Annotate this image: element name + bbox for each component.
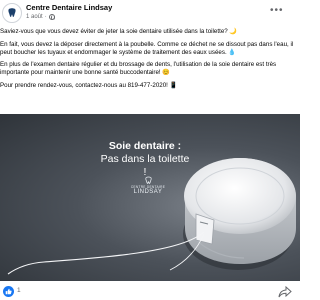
image-title-line1: Soie dentaire : [108, 140, 182, 152]
like-count[interactable]: 1 [17, 287, 21, 294]
page-name-link[interactable]: Centre Dentaire Lindsay [26, 3, 112, 12]
more-options-icon[interactable]: ••• [270, 6, 284, 16]
post-meta: 1 août · [26, 14, 55, 20]
meta-separator: · [44, 14, 47, 20]
globe-icon [48, 14, 55, 20]
thumbs-up-icon[interactable] [3, 286, 14, 297]
thumbs-up-glyph [5, 288, 12, 295]
post-date[interactable]: 1 août [26, 14, 43, 20]
post-image[interactable]: Soie dentaire : Pas dans la toilette ! C… [0, 114, 300, 281]
post-paragraph: En fait, vous devez la déposer directeme… [0, 40, 294, 56]
clinic-logo: CENTRE DENTAIRE LINDSAY [122, 176, 174, 195]
tooth-logo-icon [8, 8, 16, 17]
page-avatar[interactable] [2, 3, 22, 23]
post-paragraph: Pour prendre rendez-vous, contactez-nous… [0, 81, 178, 89]
facebook-post: Centre Dentaire Lindsay 1 août · ••• Sav… [0, 0, 300, 300]
share-icon[interactable] [278, 286, 292, 298]
post-paragraph: En plus de l'examen dentaire régulier et… [0, 61, 277, 76]
reactions-bar: 1 [0, 284, 300, 300]
post-text: Saviez-vous que vous devez éviter de jet… [0, 28, 298, 94]
tooth-logo-icon [144, 176, 152, 184]
image-title: Soie dentaire : Pas dans la toilette ! [100, 140, 190, 179]
post-paragraph: Saviez-vous que vous devez éviter de jet… [0, 28, 238, 35]
clinic-logo-line2: LINDSAY [133, 189, 163, 195]
post-header: Centre Dentaire Lindsay 1 août · ••• [0, 0, 300, 26]
